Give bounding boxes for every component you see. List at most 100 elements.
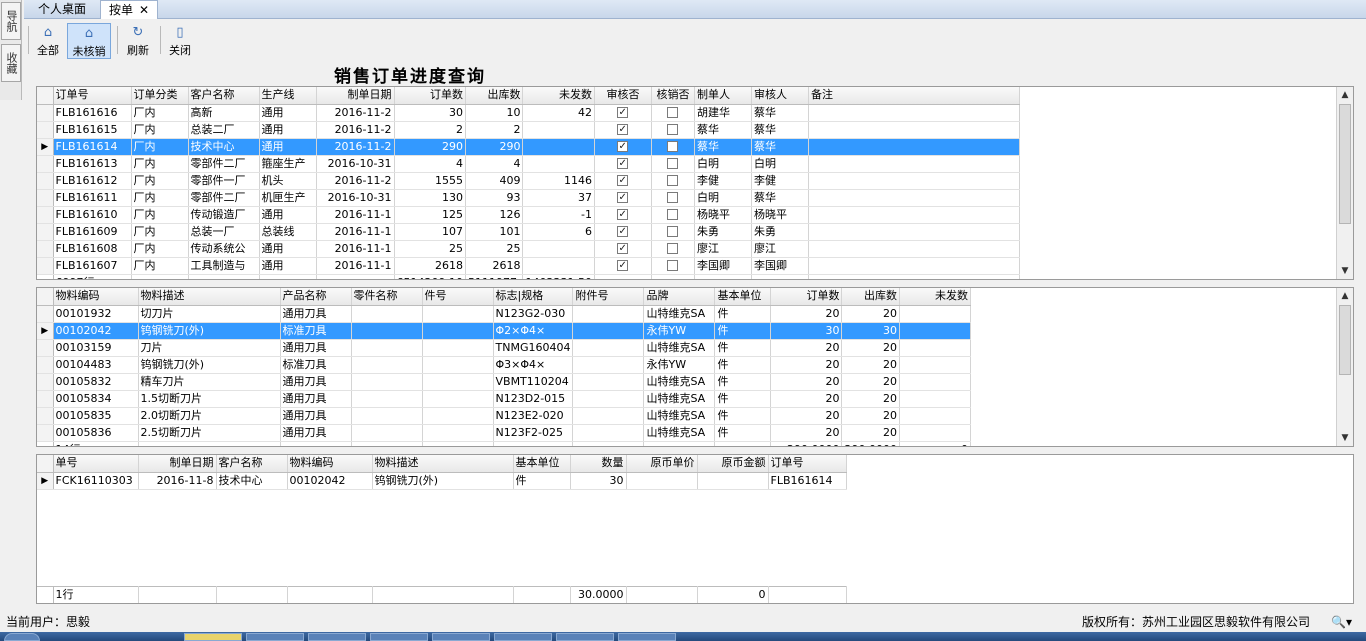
column-header[interactable]: 审核否 (594, 87, 652, 105)
column-header[interactable]: 备注 (808, 87, 1020, 105)
all-button[interactable]: ⌂ 全部 (34, 23, 62, 59)
checkbox[interactable] (667, 158, 679, 169)
column-header[interactable]: 订单号 (768, 455, 847, 473)
table-row[interactable]: ▶ 00102042 钨钢铣刀(外) 标准刀具 Φ2×Φ4× 永伟YW 件 30 30 (37, 322, 971, 340)
column-header[interactable]: 物料描述 (138, 288, 281, 306)
scrollbar-thumb[interactable] (1339, 104, 1351, 224)
column-header[interactable]: 制单日期 (138, 455, 217, 473)
column-header[interactable]: 客户名称 (188, 87, 260, 105)
table-row[interactable]: FLB161611厂内零部件二厂机匣生产2016-10-311309337 白明蔡… (37, 189, 1020, 207)
column-header[interactable]: 原币金额 (697, 455, 769, 473)
orders-scrollbar[interactable]: ▲ ▼ (1336, 87, 1353, 279)
taskbar-item[interactable] (618, 633, 676, 641)
column-header[interactable]: 出库数 (465, 87, 524, 105)
column-header[interactable]: 品牌 (643, 288, 716, 306)
column-header[interactable]: 零件名称 (351, 288, 423, 306)
column-header[interactable]: 订单数 (394, 87, 466, 105)
taskbar-item[interactable] (556, 633, 614, 641)
checkbox[interactable] (667, 260, 679, 271)
column-header[interactable]: 制单人 (694, 87, 752, 105)
checkbox[interactable] (617, 139, 629, 154)
checkbox[interactable] (667, 243, 679, 254)
checkbox[interactable] (617, 224, 629, 239)
table-row[interactable]: FLB161612厂内零部件一厂机头2016-11-215554091146 李健… (37, 172, 1020, 190)
table-row[interactable]: FLB161615厂内总装二厂通用2016-11-222蔡华蔡华 (37, 121, 1020, 139)
scroll-up-icon[interactable]: ▲ (1337, 87, 1353, 103)
materials-scrollbar[interactable]: ▲ ▼ (1336, 288, 1353, 446)
column-header[interactable]: 物料编码 (287, 455, 373, 473)
refresh-button[interactable]: ↻ 刷新 (122, 23, 154, 59)
scroll-down-icon[interactable]: ▼ (1337, 263, 1353, 279)
checkbox[interactable] (667, 209, 679, 220)
column-header[interactable]: 标志|规格 (493, 288, 574, 306)
checkbox[interactable] (617, 173, 629, 188)
checkbox[interactable] (667, 175, 679, 186)
column-header[interactable]: 出库数 (841, 288, 900, 306)
column-header[interactable]: 审核人 (751, 87, 809, 105)
column-header[interactable]: 单号 (53, 455, 139, 473)
column-header[interactable]: 核销否 (651, 87, 695, 105)
checkbox[interactable] (667, 141, 679, 152)
checkbox[interactable] (617, 105, 629, 120)
close-icon[interactable]: ✕ (139, 3, 149, 17)
table-row[interactable]: 00105834 1.5切断刀片 通用刀具 N123D2-015 山特维克SA 件 20 20 (37, 390, 971, 408)
column-header[interactable]: 产品名称 (280, 288, 352, 306)
table-row[interactable]: FLB161609厂内总装一厂总装线2016-11-11071016 朱勇朱勇 (37, 223, 1020, 241)
checkbox[interactable] (667, 107, 679, 118)
taskbar-item[interactable] (184, 633, 242, 641)
taskbar-item[interactable] (370, 633, 428, 641)
column-header[interactable]: 数量 (570, 455, 627, 473)
column-header[interactable]: 订单号 (53, 87, 132, 105)
column-header[interactable]: 基本单位 (513, 455, 571, 473)
checkbox[interactable] (667, 124, 679, 135)
table-row[interactable]: 00101932 切刀片 通用刀具 N123G2-030 山特维克SA 件 20 20 (37, 305, 971, 323)
table-row[interactable]: FLB161616厂内高新通用2016-11-2301042 胡建华蔡华 (37, 104, 1020, 122)
column-header[interactable]: 制单日期 (316, 87, 395, 105)
column-header[interactable]: 未发数 (522, 87, 595, 105)
scroll-up-icon[interactable]: ▲ (1337, 288, 1353, 304)
table-row[interactable]: 00105832 精车刀片 通用刀具 VBMT110204 山特维克SA 件 20 20 (37, 373, 971, 391)
table-row[interactable]: FLB161610厂内传动锻造厂通用2016-11-1125126-1 杨晓平杨晓… (37, 206, 1020, 224)
unverified-button[interactable]: ⌂ 未核销 (67, 23, 111, 59)
checkbox[interactable] (617, 258, 629, 273)
taskbar-item[interactable] (308, 633, 366, 641)
table-row[interactable]: 00104483 钨钢铣刀(外) 标准刀具 Φ3×Φ4× 永伟YW 件 20 20 (37, 356, 971, 374)
checkbox[interactable] (617, 207, 629, 222)
checkbox[interactable] (617, 122, 629, 137)
tab-by-order[interactable]: 按单 ✕ (100, 0, 159, 19)
table-row[interactable]: FLB161608厂内传动系统公通用2016-11-12525廖江廖江 (37, 240, 1020, 258)
taskbar-item[interactable] (432, 633, 490, 641)
checkbox[interactable] (617, 156, 629, 171)
column-header[interactable]: 基本单位 (714, 288, 772, 306)
table-row[interactable]: ▶ FCK16110303 2016-11-8 技术中心 00102042 钨钢铣刀(外)… (37, 472, 847, 490)
side-tab-nav[interactable]: 导航 (1, 2, 21, 40)
column-header[interactable]: 订单数 (770, 288, 843, 306)
table-row[interactable]: FLB161607厂内工具制造与通用2016-11-126182618李国卿李国… (37, 257, 1020, 275)
column-header[interactable]: 物料描述 (372, 455, 514, 473)
column-header[interactable]: 未发数 (899, 288, 971, 306)
close-button[interactable]: ▯ 关闭 (165, 23, 195, 59)
column-header[interactable]: 客户名称 (216, 455, 288, 473)
taskbar-item[interactable] (494, 633, 552, 641)
column-header[interactable]: 物料编码 (53, 288, 139, 306)
column-header[interactable]: 生产线 (259, 87, 317, 105)
checkbox[interactable] (667, 192, 679, 203)
checkbox[interactable] (667, 226, 679, 237)
taskbar-item[interactable] (246, 633, 304, 641)
table-row[interactable]: 00103159 刀片 通用刀具 TNMG160404 山特维克SA 件 20 20 (37, 339, 971, 357)
column-header[interactable]: 原币单价 (626, 455, 698, 473)
checkbox[interactable] (617, 190, 629, 205)
table-row[interactable]: ▶FLB161614厂内技术中心通用2016-11-2290290蔡华蔡华 (37, 138, 1020, 156)
scrollbar-thumb[interactable] (1339, 305, 1351, 375)
table-row[interactable]: FLB161613厂内零部件二厂箍座生产2016-10-3144白明白明 (37, 155, 1020, 173)
side-tab-favorites[interactable]: 收藏 (1, 44, 21, 82)
start-button[interactable] (4, 633, 40, 641)
table-row[interactable]: 00105835 2.0切断刀片 通用刀具 N123E2-020 山特维克SA 件 20 20 (37, 407, 971, 425)
column-header[interactable]: 订单分类 (131, 87, 189, 105)
column-header[interactable]: 件号 (422, 288, 494, 306)
column-header[interactable]: 附件号 (572, 288, 645, 306)
checkbox[interactable] (617, 241, 629, 256)
scroll-down-icon[interactable]: ▼ (1337, 430, 1353, 446)
table-row[interactable]: 00105836 2.5切断刀片 通用刀具 N123F2-025 山特维克SA 件 20 20 (37, 424, 971, 442)
tab-personal-desktop[interactable]: 个人桌面 (30, 0, 94, 19)
